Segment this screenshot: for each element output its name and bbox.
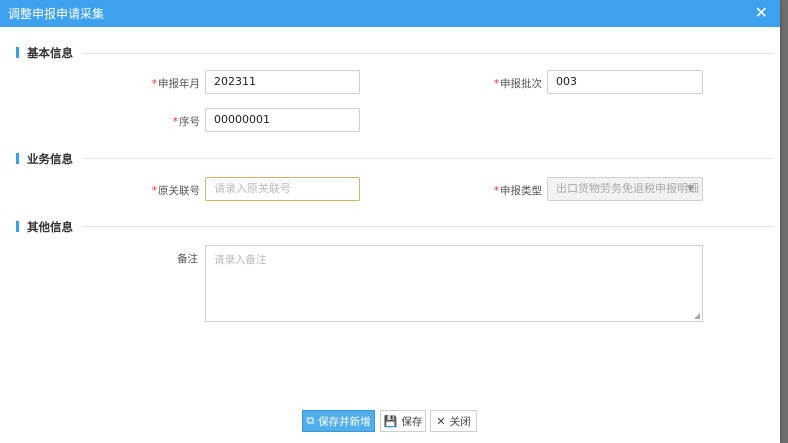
save-and-add-button[interactable]: ⧉ 保存并新增 xyxy=(302,410,375,432)
section-divider xyxy=(82,53,774,54)
section-business-info: 业务信息 xyxy=(16,151,73,167)
section-other-info: 其他信息 xyxy=(16,219,73,235)
remark-textarea[interactable]: 请录入备注 ◢ xyxy=(205,245,703,322)
remark-label: 备注 xyxy=(177,253,198,265)
save-and-add-label: 保存并新增 xyxy=(318,415,371,428)
dialog-titlebar: 调整申报申请采集 ✕ xyxy=(0,0,780,27)
save-label: 保存 xyxy=(401,415,423,428)
section-marker xyxy=(16,221,19,232)
section-marker xyxy=(16,153,19,164)
serial-no-input[interactable]: 00000001 xyxy=(205,108,360,132)
close-label: 关闭 xyxy=(449,415,471,428)
declare-type-value: 出口货物劳务免退税申报明细 xyxy=(556,182,699,195)
close-icon: ✕ xyxy=(436,414,446,428)
resize-grip-icon[interactable]: ◢ xyxy=(694,311,700,320)
dialog: 调整申报申请采集 ✕ 基本信息 *申报年月 202311 *申报批次 003 *… xyxy=(0,0,780,443)
declare-batch-label: *申报批次 xyxy=(493,78,542,90)
save-add-icon: ⧉ xyxy=(306,414,315,427)
section-marker xyxy=(16,47,19,58)
original-ref-label: *原关联号 xyxy=(151,185,200,197)
background-page-edge xyxy=(780,0,788,443)
save-button[interactable]: 💾 保存 xyxy=(380,410,426,432)
dialog-title: 调整申报申请采集 xyxy=(8,7,105,21)
floppy-icon: 💾 xyxy=(383,414,398,428)
chevron-down-icon: ▼ xyxy=(687,184,694,194)
section-divider xyxy=(82,158,774,159)
declare-batch-input[interactable]: 003 xyxy=(547,70,703,94)
section-title: 其他信息 xyxy=(27,220,73,234)
section-divider xyxy=(82,226,774,227)
section-title: 业务信息 xyxy=(27,152,73,166)
close-icon[interactable]: ✕ xyxy=(755,3,768,22)
section-title: 基本信息 xyxy=(27,46,73,60)
declare-type-label: *申报类型 xyxy=(493,185,542,197)
declare-month-label: *申报年月 xyxy=(151,78,200,90)
section-basic-info: 基本信息 xyxy=(16,45,73,61)
original-ref-input[interactable]: 请录入原关联号 xyxy=(205,177,360,201)
declare-month-input[interactable]: 202311 xyxy=(205,70,360,94)
remark-placeholder: 请录入备注 xyxy=(214,254,267,266)
serial-no-label: *序号 xyxy=(172,116,200,128)
close-button[interactable]: ✕ 关闭 xyxy=(430,410,477,432)
declare-type-select[interactable]: 出口货物劳务免退税申报明细 ▼ xyxy=(547,177,703,201)
